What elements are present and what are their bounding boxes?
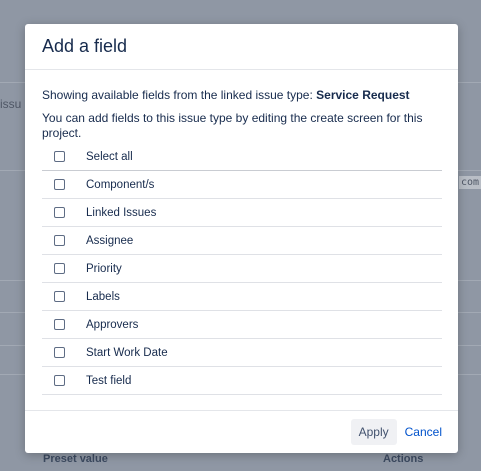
select-all-row[interactable]: Select all: [42, 143, 442, 171]
field-label: Priority: [86, 262, 122, 275]
apply-button[interactable]: Apply: [350, 419, 397, 445]
field-label: Linked Issues: [86, 206, 157, 219]
field-checkbox[interactable]: [54, 319, 65, 330]
info-prefix: Showing available fields from the linked…: [42, 88, 317, 102]
field-label: Approvers: [86, 318, 139, 331]
background-text: issu: [0, 97, 22, 111]
background-column-preset-value: Preset value: [43, 453, 108, 465]
add-field-dialog: Add a field Showing available fields fro…: [25, 24, 458, 453]
field-checkbox[interactable]: [54, 291, 65, 302]
dialog-header: Add a field: [25, 24, 458, 70]
background-code-text: com: [458, 176, 481, 189]
field-checkbox[interactable]: [54, 375, 65, 386]
field-row[interactable]: Assignee: [42, 227, 442, 255]
field-label: Component/s: [86, 178, 155, 191]
cancel-button[interactable]: Cancel: [405, 425, 442, 439]
field-row[interactable]: Approvers: [42, 311, 442, 339]
dialog-body: Showing available fields from the linked…: [25, 88, 458, 395]
field-row[interactable]: Start Work Date: [42, 339, 442, 367]
issue-type-name: Service Request: [316, 88, 410, 102]
field-checkbox[interactable]: [54, 207, 65, 218]
field-checkbox[interactable]: [54, 179, 65, 190]
create-screen-hint: You can add fields to this issue type by…: [42, 111, 423, 140]
dialog-footer: Apply Cancel: [25, 410, 458, 453]
dialog-title: Add a field: [42, 36, 128, 56]
field-checkbox[interactable]: [54, 263, 65, 274]
field-list: Select all Component/s Linked Issues Assig…: [42, 143, 442, 395]
select-all-checkbox[interactable]: [54, 151, 65, 162]
field-row[interactable]: Component/s: [42, 171, 442, 199]
field-label: Start Work Date: [86, 346, 168, 359]
field-row[interactable]: Priority: [42, 255, 442, 283]
field-row[interactable]: Test field: [42, 367, 442, 395]
field-label: Assignee: [86, 234, 134, 247]
field-checkbox[interactable]: [54, 347, 65, 358]
field-checkbox[interactable]: [54, 235, 65, 246]
field-label: Labels: [86, 290, 120, 303]
background-column-actions: Actions: [383, 453, 424, 465]
field-row[interactable]: Linked Issues: [42, 199, 442, 227]
select-all-label: Select all: [86, 150, 133, 163]
field-label: Test field: [86, 374, 132, 387]
linked-issue-type-info: Showing available fields from the linked…: [42, 88, 442, 102]
field-row[interactable]: Labels: [42, 283, 442, 311]
